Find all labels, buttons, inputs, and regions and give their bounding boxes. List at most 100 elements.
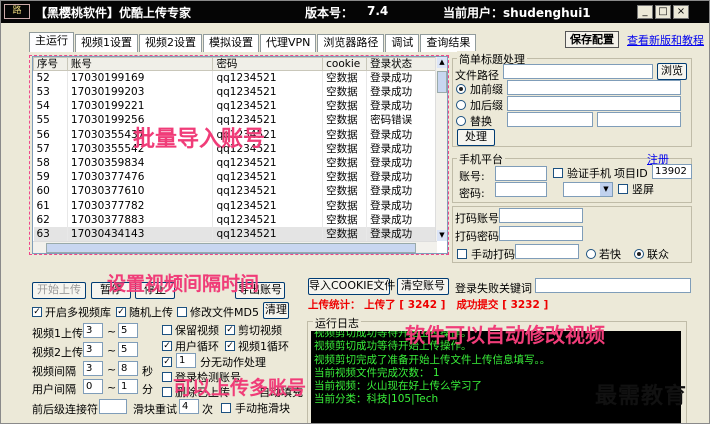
fail-keyword-input[interactable] [535,278,691,293]
version-label: 版本号： [305,6,354,20]
ruokuai-radio[interactable] [586,249,596,259]
batch-import-highlight [29,55,449,255]
tab-4[interactable]: 代理VPN [260,34,317,52]
replace-to-input[interactable] [597,112,681,127]
user-interval-label: 用户间隔 [32,383,76,396]
file-path-input[interactable] [503,64,653,79]
cut-video-checkbox[interactable]: ✓ [225,325,235,335]
new-version-link[interactable]: 查看新版和教程 [627,32,704,48]
manual-captcha-checkbox[interactable] [457,249,467,259]
retry-label: 前后级连接符 [32,403,98,416]
multi-browser-label: 开启多视频库 [45,306,111,319]
video1-min-input[interactable]: 3 [83,323,103,338]
phone-password-input[interactable] [495,182,547,197]
lianzhong-label: 联众 [647,248,669,261]
title-bar: 路 【黑樱桃软件】优酷上传专家 版本号： 7.4 当前用户：shudenghui… [1,1,709,23]
tab-5[interactable]: 浏览器路径 [317,34,385,52]
user-interval-max-input[interactable]: 1 [118,379,138,394]
project-id-input[interactable]: 13902 [652,164,692,179]
slide-retry-input[interactable]: 4 [179,399,199,414]
retry-input[interactable] [99,399,127,414]
keep-video-checkbox[interactable] [162,325,172,335]
vertical-checkbox[interactable] [618,184,628,194]
manual-slide-checkbox[interactable] [221,403,231,413]
manual-captcha-label: 手动打码 [471,248,515,261]
platform-select[interactable]: ▼ [563,182,613,197]
video2-min-input[interactable]: 3 [83,342,103,357]
edit-md5-label: 修改文件MD5 [190,306,259,319]
interval-min-input[interactable]: 3 [83,361,103,376]
phone-account-input[interactable] [495,166,547,181]
tab-6[interactable]: 调试 [385,34,420,52]
interval-max-input[interactable]: 8 [118,361,138,376]
verify-phone-label: 验证手机 [567,167,611,180]
video2-max-input[interactable]: 5 [118,342,138,357]
keep-video-label: 保留视频 [175,324,219,337]
user-label: 当前用户： [443,6,504,20]
video2-upload-label: 视频2上传 [32,346,83,359]
user-loop-checkbox[interactable]: ✓ [162,341,172,351]
lianzhong-radio[interactable] [634,249,644,259]
user-interval-min-input[interactable]: 0 [83,379,103,394]
captcha-account-input[interactable] [499,208,583,223]
vertical-label: 竖屏 [632,183,654,196]
phone-account-label: 账号: [459,170,485,183]
captcha-password-label: 打码密码 [455,230,499,243]
multi-browser-checkbox[interactable]: ✓ [32,307,42,317]
random-upload-label: 随机上传 [129,306,173,319]
tab-3[interactable]: 模拟设置 [203,34,259,52]
browse-button[interactable]: 浏览 [657,63,687,80]
video1-max-input[interactable]: 5 [118,323,138,338]
replace-from-input[interactable] [507,112,593,127]
tab-7[interactable]: 查询结果 [420,34,477,52]
user-interval-unit: 分 [142,383,153,396]
random-upload-checkbox[interactable]: ✓ [116,307,126,317]
idle-minutes-input[interactable]: 1 [176,353,196,368]
uploaded-label: 上传了 [364,299,396,311]
interval-annotation: 设置视频间隔时间 [107,273,260,295]
watermark-logo: 最需教育 [595,383,688,409]
idle-checkbox[interactable]: ✓ [162,357,172,367]
start-upload-button[interactable]: 开始上传 [32,282,86,299]
edit-md5-checkbox[interactable] [177,307,187,317]
prefix-input[interactable] [507,80,681,95]
project-id-label: 项目ID [614,167,648,180]
video1-loop-checkbox[interactable]: ✓ [225,341,235,351]
tab-0[interactable]: 主运行 [29,32,74,52]
slide-retry-label: 滑块重试 [133,403,177,416]
verify-phone-checkbox[interactable] [553,168,563,178]
tab-bar: 主运行 视频1设置 视频2设置 模拟设置 代理VPN 浏览器路径 调试 查询结果 [29,32,477,52]
login-check-checkbox[interactable] [162,372,172,382]
app-title: 【黑樱桃软件】优酷上传专家 [35,6,192,20]
replace-radio[interactable] [456,116,466,126]
manual-captcha-input[interactable] [515,244,579,259]
clean-button[interactable]: 清理 [263,302,289,319]
phone-password-label: 密码: [459,187,485,200]
import-cookie-button[interactable]: 导入COOKIE文件 [308,278,395,295]
success-count: 3232 [510,299,540,311]
captcha-password-input[interactable] [499,226,583,241]
tab-2[interactable]: 视频2设置 [139,34,202,52]
maximize-icon[interactable]: □ [655,5,671,19]
multi-account-annotation: 可以上传多账号 [173,377,307,399]
user-value: shudenghui1 [503,6,591,20]
batch-import-annotation: 批量导入账号 [133,127,266,152]
chevron-down-icon: ▼ [600,183,612,196]
stats-label: 上传统计： [308,299,361,311]
auto-edit-annotation: 软件可以自动修改视频 [405,323,605,347]
suffix-radio[interactable] [456,100,466,110]
delete-uploaded-checkbox[interactable] [162,387,172,397]
idle-label: 分无动作处理 [200,356,266,369]
log-legend: 运行日志 [313,315,361,331]
prefix-label: 加前缀 [470,83,503,96]
prefix-radio[interactable] [456,84,466,94]
save-config-button[interactable]: 保存配置 [565,31,619,48]
video1-loop-label: 视频1循环 [238,340,289,353]
close-icon[interactable]: × [673,5,689,19]
suffix-input[interactable] [507,96,681,111]
clear-account-button[interactable]: 清空账号 [397,278,449,295]
process-button[interactable]: 处理 [457,129,495,146]
fail-keyword-label: 登录失败关键词 [455,282,532,295]
minimize-icon[interactable]: _ [637,5,653,19]
tab-1[interactable]: 视频1设置 [75,34,138,52]
